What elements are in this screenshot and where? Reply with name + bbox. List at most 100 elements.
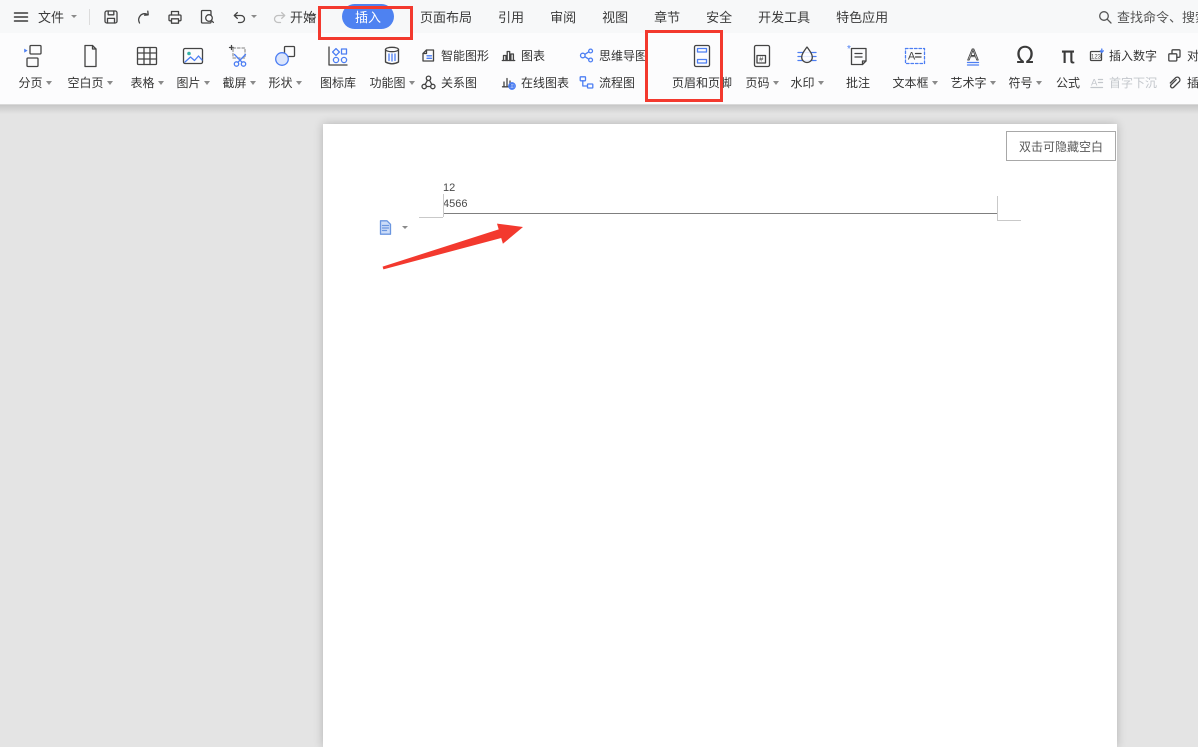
online-chart-label: 在线图表 bbox=[521, 74, 569, 91]
chevron-down-icon bbox=[250, 81, 256, 85]
ribbon-small-column: 对象插入附件 bbox=[1166, 33, 1198, 104]
ribbon-group-4: 页眉和页脚#页码水印 bbox=[664, 33, 830, 104]
search-label: 查找命令、搜索 bbox=[1117, 7, 1198, 26]
hamburger-icon[interactable] bbox=[12, 8, 30, 26]
watermark-icon bbox=[794, 42, 820, 70]
chevron-down-icon[interactable] bbox=[251, 15, 257, 18]
document-page[interactable]: 双击可隐藏空白 12 4566 bbox=[323, 124, 1117, 747]
flowchart-button[interactable]: 流程图 bbox=[578, 70, 660, 94]
formula-label: 公式 bbox=[1056, 74, 1080, 91]
page-number-icon: # bbox=[749, 42, 775, 70]
blank-page-label: 空白页 bbox=[67, 74, 103, 91]
object-label: 对象 bbox=[1187, 47, 1198, 64]
svg-text:123: 123 bbox=[1091, 54, 1102, 60]
ribbon-shadow bbox=[0, 105, 1198, 114]
shapes-button[interactable]: 形状 bbox=[262, 33, 308, 104]
formula-button[interactable]: π公式 bbox=[1048, 33, 1088, 104]
chevron-down-icon bbox=[46, 81, 52, 85]
attachment-button[interactable]: 插入附件 bbox=[1166, 70, 1198, 94]
screenshot-icon bbox=[226, 42, 252, 70]
undo-button[interactable] bbox=[228, 6, 259, 28]
table-button[interactable]: 表格 bbox=[124, 33, 170, 104]
wordart-button[interactable]: A 艺术字 bbox=[944, 33, 1002, 104]
search-box[interactable]: 查找命令、搜索 bbox=[1097, 0, 1198, 33]
textbox-label: 文本框 bbox=[892, 74, 928, 91]
screenshot-button[interactable]: 截屏 bbox=[216, 33, 262, 104]
mindmap-button[interactable]: 思维导图 bbox=[578, 43, 660, 67]
tab-4[interactable]: 引用 bbox=[498, 4, 524, 29]
tab-10[interactable]: 特色应用 bbox=[836, 4, 888, 29]
attachment-icon bbox=[1166, 74, 1183, 91]
tab-2[interactable]: 插入 bbox=[342, 4, 394, 29]
header-options-icon[interactable] bbox=[377, 219, 394, 236]
margin-mark-left-horizontal bbox=[419, 217, 443, 218]
chevron-down-icon bbox=[773, 81, 779, 85]
tab-1[interactable]: 开始 bbox=[290, 4, 316, 29]
comment-label: 批注 bbox=[846, 74, 870, 91]
blank-page-button[interactable]: 空白页 bbox=[60, 33, 120, 104]
ribbon-toolbar: 分页空白页表格图片截屏形状图标库功能图智能图形关系图图表在线图表思维导图流程图页… bbox=[0, 33, 1198, 105]
smart-graphic-button[interactable]: 智能图形 bbox=[420, 43, 500, 67]
chevron-down-icon bbox=[71, 15, 77, 18]
picture-button[interactable]: 图片 bbox=[170, 33, 216, 104]
chevron-down-icon[interactable] bbox=[402, 226, 408, 229]
export-button[interactable] bbox=[132, 6, 154, 28]
tab-5[interactable]: 审阅 bbox=[550, 4, 576, 29]
picture-label: 图片 bbox=[176, 74, 200, 91]
ribbon-small-column: 智能图形关系图 bbox=[420, 33, 500, 104]
chevron-down-icon bbox=[1036, 81, 1042, 85]
save-button[interactable] bbox=[100, 6, 122, 28]
page-break-button[interactable]: 分页 bbox=[10, 33, 60, 104]
drop-cap-icon: A bbox=[1088, 74, 1105, 91]
insert-number-button[interactable]: 123插入数字 bbox=[1088, 43, 1166, 67]
search-icon bbox=[1097, 9, 1113, 25]
header-footer-button[interactable]: 页眉和页脚 bbox=[664, 33, 740, 104]
ribbon-tab-bar: 开始 插入 页面布局 引用 审阅 视图 章节 安全 开发工具 特色应用 bbox=[290, 0, 888, 33]
chevron-down-icon bbox=[204, 81, 210, 85]
online-chart-button[interactable]: 在线图表 bbox=[500, 70, 578, 94]
hide-blank-space-button[interactable]: 双击可隐藏空白 bbox=[1006, 131, 1116, 161]
menu-bar: 文件 开始 插入 页面布局 引用 审阅 视图 章节 安全 开发工具 特色应用 查找命令、搜索 bbox=[0, 0, 1198, 33]
mindmap-label: 思维导图 bbox=[599, 47, 647, 64]
textbox-icon: A bbox=[902, 42, 928, 70]
insert-number-icon: 123 bbox=[1088, 47, 1105, 64]
chevron-down-icon bbox=[818, 81, 824, 85]
chart-button[interactable]: 图表 bbox=[500, 43, 578, 67]
document-area: 双击可隐藏空白 12 4566 bbox=[0, 105, 1198, 747]
comment-button[interactable]: *批注 bbox=[834, 33, 882, 104]
flowchart-icon bbox=[578, 74, 595, 91]
svg-text:A: A bbox=[1091, 77, 1098, 88]
wordart-icon: A bbox=[960, 42, 986, 70]
object-button[interactable]: 对象 bbox=[1166, 43, 1198, 67]
print-preview-button[interactable] bbox=[196, 6, 218, 28]
shapes-label: 形状 bbox=[268, 74, 292, 91]
smart-graphic-label: 智能图形 bbox=[441, 47, 489, 64]
relation-diagram-button[interactable]: 关系图 bbox=[420, 70, 500, 94]
mindmap-icon bbox=[578, 47, 595, 64]
tab-3[interactable]: 页面布局 bbox=[420, 4, 472, 29]
wordart-label: 艺术字 bbox=[950, 74, 986, 91]
symbol-label: 符号 bbox=[1008, 74, 1032, 91]
textbox-button[interactable]: A 文本框 bbox=[886, 33, 944, 104]
watermark-button[interactable]: 水印 bbox=[784, 33, 830, 104]
tab-7[interactable]: 章节 bbox=[654, 4, 680, 29]
ribbon-group-3: 图标库功能图智能图形关系图图表在线图表思维导图流程图 bbox=[312, 33, 660, 104]
redo-button bbox=[269, 6, 291, 28]
file-menu-label: 文件 bbox=[38, 7, 64, 26]
tab-6[interactable]: 视图 bbox=[602, 4, 628, 29]
page-number-button[interactable]: #页码 bbox=[740, 33, 784, 104]
flowchart-label: 流程图 bbox=[599, 74, 635, 91]
icon-library-button[interactable]: 图标库 bbox=[312, 33, 364, 104]
table-icon bbox=[134, 42, 160, 70]
tab-8[interactable]: 安全 bbox=[706, 4, 732, 29]
shapes-icon bbox=[272, 42, 298, 70]
picture-icon bbox=[180, 42, 206, 70]
file-menu-button[interactable]: 文件 bbox=[38, 7, 77, 26]
header-text-line-1[interactable]: 12 bbox=[443, 181, 455, 195]
ribbon-group-2: 表格图片截屏形状 bbox=[124, 33, 308, 104]
symbol-button[interactable]: Ω符号 bbox=[1002, 33, 1048, 104]
function-diagram-button[interactable]: 功能图 bbox=[364, 33, 420, 104]
header-text-line-2[interactable]: 4566 bbox=[443, 197, 467, 211]
print-button[interactable] bbox=[164, 6, 186, 28]
tab-9[interactable]: 开发工具 bbox=[758, 4, 810, 29]
